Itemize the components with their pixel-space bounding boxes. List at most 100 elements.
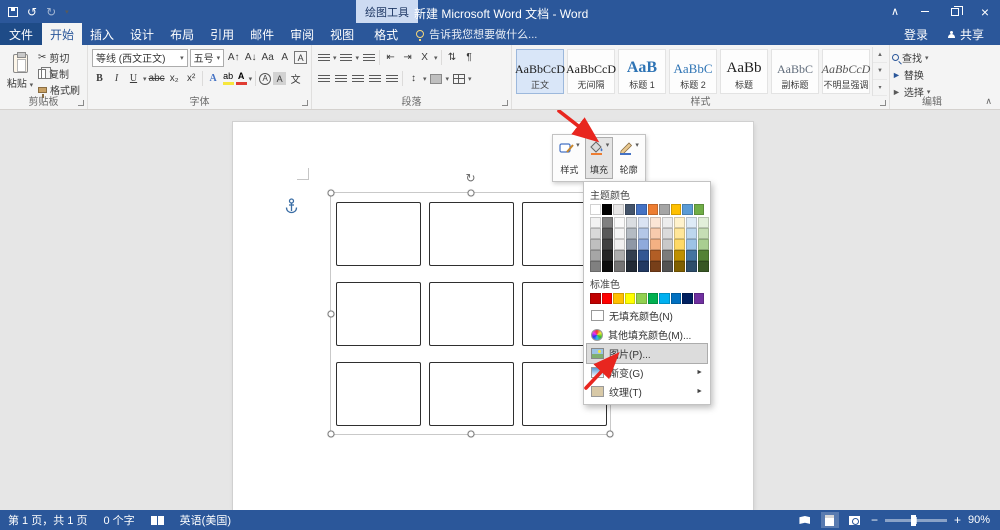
rectangle-shape[interactable] bbox=[429, 202, 514, 266]
web-layout-button[interactable] bbox=[846, 512, 864, 528]
rotate-handle[interactable]: ↻ bbox=[465, 172, 475, 184]
customize-qat-icon[interactable]: ▾ bbox=[65, 8, 69, 16]
menu-item-picture[interactable]: 图片(P)... bbox=[587, 344, 707, 363]
tab-view[interactable]: 视图 bbox=[322, 23, 362, 45]
theme-color-variant-swatch[interactable] bbox=[638, 228, 649, 239]
theme-color-variant-swatch[interactable] bbox=[638, 261, 649, 272]
theme-color-variant-swatch[interactable] bbox=[614, 250, 625, 261]
paste-button[interactable]: 粘贴 ▾ bbox=[2, 47, 38, 96]
text-effects-button[interactable]: A bbox=[206, 70, 221, 88]
theme-color-variant-swatch[interactable] bbox=[626, 228, 637, 239]
share-button[interactable]: 共享 bbox=[948, 26, 984, 43]
rectangle-shape[interactable] bbox=[429, 282, 514, 346]
decrease-indent-button[interactable]: ⇤ bbox=[383, 49, 398, 67]
tab-file[interactable]: 文件 bbox=[0, 23, 42, 45]
selection-handle[interactable] bbox=[467, 431, 474, 438]
shading-button[interactable] bbox=[429, 70, 444, 88]
character-shading-button[interactable]: A bbox=[273, 72, 286, 85]
theme-color-variant-swatch[interactable] bbox=[650, 217, 661, 228]
subscript-button[interactable]: x₂ bbox=[167, 70, 182, 88]
sign-in-button[interactable]: 登录 bbox=[904, 26, 928, 43]
tab-mailings[interactable]: 邮件 bbox=[242, 23, 282, 45]
theme-color-variant-swatch[interactable] bbox=[674, 250, 685, 261]
justify-button[interactable] bbox=[367, 70, 382, 88]
theme-color-swatch[interactable] bbox=[636, 204, 647, 215]
bullets-button[interactable] bbox=[316, 49, 331, 67]
theme-color-variant-swatch[interactable] bbox=[650, 261, 661, 272]
theme-color-variant-swatch[interactable] bbox=[590, 250, 601, 261]
ribbon-display-options-button[interactable]: ∧ bbox=[880, 0, 910, 23]
grow-font-button[interactable]: A↑ bbox=[226, 49, 241, 67]
theme-color-variant-swatch[interactable] bbox=[626, 217, 637, 228]
style-cell[interactable]: AaBbC标题 2 bbox=[669, 49, 717, 94]
theme-color-variant-swatch[interactable] bbox=[614, 239, 625, 250]
theme-color-variant-swatch[interactable] bbox=[614, 228, 625, 239]
theme-color-variant-swatch[interactable] bbox=[686, 250, 697, 261]
theme-color-swatch[interactable] bbox=[625, 204, 636, 215]
theme-color-variant-swatch[interactable] bbox=[650, 228, 661, 239]
shape-style-button[interactable]: ▾ 样式 bbox=[555, 137, 584, 179]
theme-color-variant-swatch[interactable] bbox=[590, 228, 601, 239]
cut-button[interactable]: ✂ 剪切 bbox=[38, 50, 80, 65]
theme-color-variant-swatch[interactable] bbox=[602, 261, 613, 272]
replace-button[interactable]: ► 替换 bbox=[892, 67, 972, 82]
shape-selection[interactable]: ↻ bbox=[330, 192, 611, 435]
theme-color-swatch[interactable] bbox=[682, 204, 693, 215]
close-button[interactable]: × bbox=[970, 0, 1000, 23]
theme-color-swatch[interactable] bbox=[694, 204, 705, 215]
tab-references[interactable]: 引用 bbox=[202, 23, 242, 45]
theme-color-variant-swatch[interactable] bbox=[614, 261, 625, 272]
underline-button[interactable]: U bbox=[126, 70, 141, 88]
menu-item-no-fill[interactable]: 无填充颜色(N) bbox=[587, 306, 707, 325]
theme-color-variant-swatch[interactable] bbox=[662, 228, 673, 239]
font-size-combo[interactable]: 五号 ▾ bbox=[190, 49, 225, 67]
language-indicator[interactable]: 英语(美国) bbox=[180, 512, 231, 528]
sort-button[interactable]: ⇅ bbox=[445, 49, 460, 67]
read-mode-button[interactable] bbox=[796, 512, 814, 528]
theme-color-variant-swatch[interactable] bbox=[602, 228, 613, 239]
borders-button[interactable] bbox=[451, 70, 466, 88]
theme-color-swatch[interactable] bbox=[671, 204, 682, 215]
minimize-button[interactable] bbox=[910, 0, 940, 23]
selection-handle[interactable] bbox=[328, 310, 335, 317]
theme-color-swatch[interactable] bbox=[613, 204, 624, 215]
show-marks-button[interactable]: ¶ bbox=[462, 49, 477, 67]
theme-color-variant-swatch[interactable] bbox=[650, 239, 661, 250]
text-highlight-button[interactable]: ab bbox=[223, 72, 234, 85]
styles-dialog-launcher[interactable] bbox=[880, 100, 886, 106]
theme-color-variant-swatch[interactable] bbox=[674, 261, 685, 272]
enclose-characters-button[interactable]: A bbox=[259, 73, 271, 85]
word-count[interactable]: 0 个字 bbox=[103, 512, 134, 528]
theme-color-variant-swatch[interactable] bbox=[662, 261, 673, 272]
theme-color-variant-swatch[interactable] bbox=[638, 250, 649, 261]
theme-color-variant-swatch[interactable] bbox=[698, 250, 709, 261]
theme-color-swatch[interactable] bbox=[659, 204, 670, 215]
menu-item-more-fill-colors[interactable]: 其他填充颜色(M)... bbox=[587, 325, 707, 344]
theme-color-variant-swatch[interactable] bbox=[602, 217, 613, 228]
theme-color-variant-swatch[interactable] bbox=[650, 250, 661, 261]
theme-color-variant-swatch[interactable] bbox=[698, 261, 709, 272]
theme-color-variant-swatch[interactable] bbox=[698, 239, 709, 250]
standard-color-swatch[interactable] bbox=[648, 293, 659, 304]
distribute-button[interactable] bbox=[384, 70, 399, 88]
change-case-button[interactable]: Aa bbox=[260, 49, 275, 67]
theme-color-variant-swatch[interactable] bbox=[662, 239, 673, 250]
document-area[interactable]: ↻ ▾ 样式 bbox=[0, 110, 1000, 510]
page-indicator[interactable]: 第 1 页，共 1 页 bbox=[8, 512, 87, 528]
shape-fill-button[interactable]: ▾ 填充 bbox=[585, 137, 614, 179]
rectangle-shape[interactable] bbox=[336, 282, 421, 346]
theme-color-variant-swatch[interactable] bbox=[590, 217, 601, 228]
gallery-scroll-down-button[interactable]: ▼ bbox=[873, 63, 887, 79]
save-icon[interactable] bbox=[8, 7, 18, 17]
standard-color-swatch[interactable] bbox=[625, 293, 636, 304]
theme-color-variant-swatch[interactable] bbox=[590, 239, 601, 250]
tab-format-context[interactable]: 格式 bbox=[366, 23, 406, 45]
tab-home[interactable]: 开始 bbox=[42, 23, 82, 45]
standard-color-swatch[interactable] bbox=[694, 293, 705, 304]
theme-color-variant-swatch[interactable] bbox=[602, 250, 613, 261]
zoom-slider[interactable] bbox=[885, 519, 947, 522]
rectangle-shape[interactable] bbox=[336, 202, 421, 266]
theme-color-variant-swatch[interactable] bbox=[602, 239, 613, 250]
theme-color-variant-swatch[interactable] bbox=[686, 261, 697, 272]
style-cell[interactable]: AaB标题 1 bbox=[618, 49, 666, 94]
